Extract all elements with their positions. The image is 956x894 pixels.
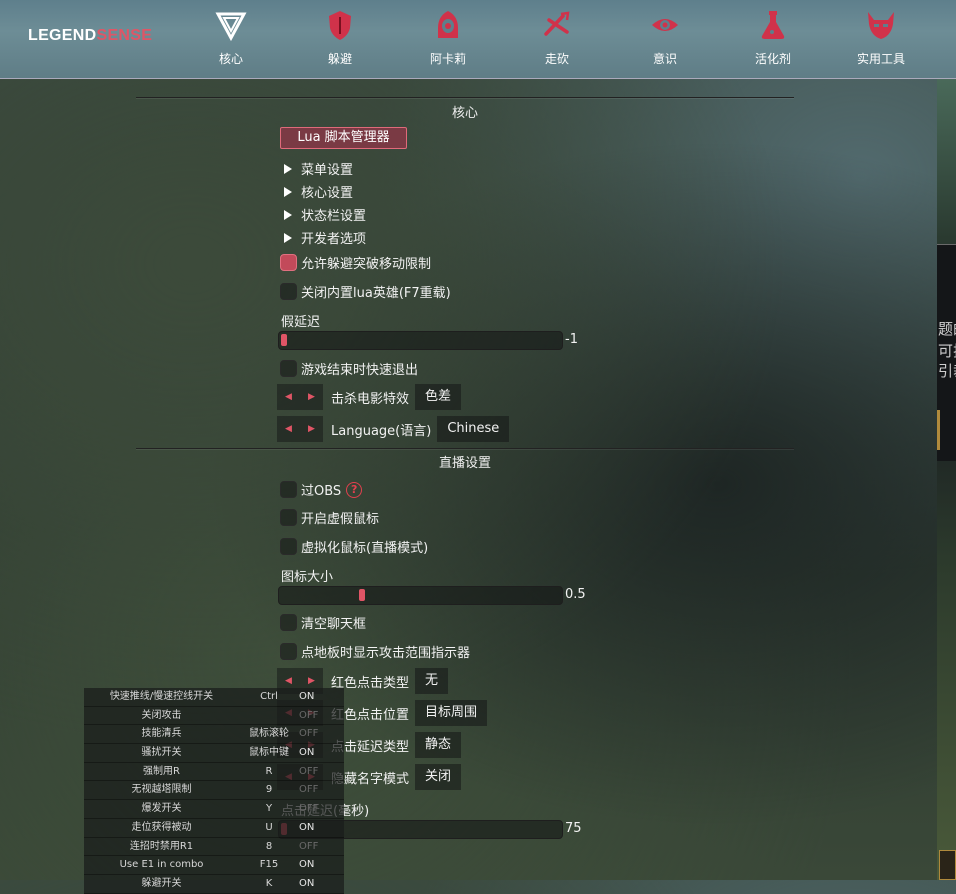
hotkey-row: 关闭攻击 OFF	[84, 706, 344, 726]
arrow-left-icon: ◀	[285, 676, 292, 686]
tab-activator[interactable]: 活化剂	[733, 8, 813, 67]
tab-label: 阿卡莉	[429, 52, 466, 66]
lua-script-manager-button[interactable]: Lua 脚本管理器	[280, 127, 407, 149]
game-frame-edge	[937, 410, 940, 450]
icon-size-label: 图标大小	[281, 570, 334, 585]
selector-arrows[interactable]: ◀▶	[277, 384, 323, 410]
red-click-pos-value[interactable]: 目标周围	[415, 700, 488, 726]
hotkey-row: 爆发开关 Y OFF	[84, 800, 344, 819]
hotkey-status-overlay: 快速推线/慢速控线开关 Ctrl ON 关闭攻击 OFF 技能清兵 鼠标滚轮 OFF 骚扰…	[84, 688, 344, 894]
game-dialog-text: 引裁	[938, 362, 956, 380]
checkbox-box[interactable]	[280, 254, 297, 271]
checkbox-box[interactable]	[280, 481, 297, 498]
game-dialog-text: 可挂	[938, 342, 956, 360]
quick-exit-checkbox[interactable]: 游戏结束时快速退出	[280, 359, 418, 378]
disable-lua-heroes-checkbox[interactable]: 关闭内置lua英雄(F7重载)	[280, 282, 451, 301]
fake-cursor-checkbox[interactable]: 开启虚假鼠标	[280, 508, 379, 527]
slider-knob[interactable]	[281, 334, 287, 346]
game-background-right	[937, 78, 956, 880]
click-delay-value: 75	[565, 821, 582, 836]
section-title-core: 核心	[451, 106, 478, 121]
checkbox-box[interactable]	[280, 509, 297, 526]
fake-latency-slider[interactable]	[278, 331, 563, 350]
tree-item-menu-settings[interactable]: 菜单设置	[284, 159, 353, 178]
fake-latency-label: 假延迟	[281, 315, 321, 330]
game-frame-corner	[939, 850, 956, 880]
demon-mask-icon	[868, 12, 894, 39]
kill-effect-selector: ◀ ▶ 击杀电影特效 色差	[277, 384, 462, 410]
arrow-right-icon: ▶	[308, 424, 315, 434]
tab-evade[interactable]: 躲避	[300, 8, 380, 67]
tab-akali[interactable]: 阿卡莉	[408, 8, 488, 67]
hotkey-row: Use E1 in combo F15 ON	[84, 856, 344, 875]
clear-chat-checkbox[interactable]: 清空聊天框	[280, 613, 366, 632]
tab-label: 活化剂	[754, 52, 791, 66]
tree-item-statusbar-settings[interactable]: 状态栏设置	[284, 205, 366, 224]
flask-icon	[761, 11, 785, 39]
expand-arrow-icon	[284, 164, 292, 174]
language-value[interactable]: Chinese	[437, 416, 510, 442]
fake-latency-value: -1	[565, 332, 578, 347]
hotkey-row: 连招时禁用R1 8 OFF	[84, 837, 344, 857]
virtual-cursor-checkbox[interactable]: 虚拟化鼠标(直播模式)	[280, 537, 428, 556]
red-click-type-value[interactable]: 无	[415, 668, 449, 694]
allow-evade-checkbox[interactable]: 允许躲避突破移动限制	[280, 253, 431, 272]
section-divider	[136, 97, 794, 98]
tab-orbwalk[interactable]: 走砍	[517, 8, 597, 67]
hotkey-row: 无视越塔限制 9 OFF	[84, 781, 344, 801]
slider-knob[interactable]	[359, 589, 365, 601]
selector-arrows[interactable]: ◀▶	[277, 416, 323, 442]
tab-label: 实用工具	[856, 52, 905, 66]
shield-icon	[329, 11, 351, 40]
tree-item-core-settings[interactable]: 核心设置	[284, 182, 353, 201]
eye-icon	[652, 19, 678, 31]
expand-arrow-icon	[284, 187, 292, 197]
hide-name-value[interactable]: 关闭	[415, 764, 462, 790]
tab-label: 躲避	[327, 52, 352, 66]
section-title-stream: 直播设置	[438, 456, 491, 471]
hotkey-row: 强制用R R OFF	[84, 762, 344, 782]
obs-bypass-checkbox[interactable]: 过OBS?	[280, 480, 363, 499]
hotkey-row: 躲避开关 K ON	[84, 874, 344, 894]
top-nav-bar: LEGENDSENSE 核心 躲避 阿卡莉 走砍 意识 活化剂 实用工具	[0, 0, 956, 79]
kill-effect-value[interactable]: 色差	[415, 384, 462, 410]
expand-arrow-icon	[284, 233, 292, 243]
hooded-figure-icon	[438, 11, 458, 38]
expand-arrow-icon	[284, 210, 292, 220]
hotkey-row: 走位获得被动 U ON	[84, 818, 344, 838]
icon-size-value: 0.5	[565, 587, 586, 602]
app-logo: LEGENDSENSE	[28, 27, 153, 44]
section-divider	[136, 448, 794, 449]
help-icon[interactable]: ?	[346, 481, 363, 498]
checkbox-box[interactable]	[280, 360, 297, 377]
tab-core[interactable]: 核心	[191, 8, 271, 67]
checkbox-box[interactable]	[280, 643, 297, 660]
game-dialog-text: 题的	[938, 320, 956, 338]
click-delay-type-value[interactable]: 静态	[415, 732, 462, 758]
tab-utilities[interactable]: 实用工具	[841, 8, 921, 67]
hotkey-row: 骚扰开关 鼠标中键 ON	[84, 744, 344, 763]
tab-label: 核心	[218, 52, 243, 66]
language-selector: ◀ ▶ Language(语言) Chinese	[277, 416, 510, 442]
swords-icon	[544, 11, 570, 36]
tab-label: 意识	[652, 52, 677, 66]
show-range-checkbox[interactable]: 点地板时显示攻击范围指示器	[280, 642, 470, 661]
arrow-left-icon: ◀	[285, 392, 292, 402]
checkbox-box[interactable]	[280, 283, 297, 300]
arrow-left-icon: ◀	[285, 424, 292, 434]
core-triangle-icon	[215, 12, 247, 42]
arrow-right-icon: ▶	[308, 676, 315, 686]
icon-size-slider[interactable]	[278, 586, 563, 605]
checkbox-box[interactable]	[280, 614, 297, 631]
hotkey-row: 技能清兵 鼠标滚轮 OFF	[84, 725, 344, 745]
tab-label: 走砍	[544, 52, 569, 66]
tab-awareness[interactable]: 意识	[625, 8, 705, 67]
tree-item-developer-options[interactable]: 开发者选项	[284, 228, 366, 247]
arrow-right-icon: ▶	[308, 392, 315, 402]
hotkey-row: 快速推线/慢速控线开关 Ctrl ON	[84, 688, 344, 707]
checkbox-box[interactable]	[280, 538, 297, 555]
